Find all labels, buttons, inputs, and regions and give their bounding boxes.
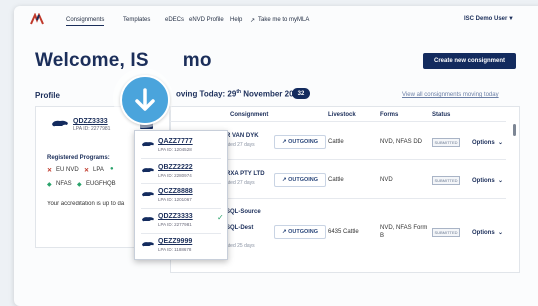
profile-heading: Profile	[35, 91, 60, 100]
pic-code: QEZZ9999	[158, 238, 193, 245]
external-link-icon: ↗	[250, 18, 256, 24]
consignment-source[interactable]: SQL-Source	[226, 209, 261, 215]
pic-code: QBZZ2222	[158, 164, 193, 171]
nav-envd-profile[interactable]: eNVD Profile	[189, 17, 224, 23]
cattle-icon	[142, 168, 154, 173]
pic-option[interactable]: QCZZ8888 LPA ID: 1201067	[135, 183, 227, 207]
program-eugfhqb: EUGFHQB	[86, 181, 116, 187]
livestock-cell: Cattle	[328, 177, 344, 183]
col-consignment: Consignment	[230, 112, 269, 118]
options-button[interactable]: Options ⌄	[472, 177, 503, 184]
options-button[interactable]: Options ⌄	[472, 229, 503, 236]
pic-option[interactable]: QEZZ9999 LPA ID: 1188678	[135, 233, 227, 257]
status-badge: SUBMITTED	[432, 176, 460, 185]
pic-option[interactable]: QAZZ7777 LPA ID: 1204528	[135, 133, 227, 157]
pic-code: QDZZ3333	[158, 213, 193, 220]
pic-lpa-id: LPA ID: 2277981	[158, 222, 192, 227]
table-scrollbar[interactable]	[513, 124, 516, 136]
moving-count-badge: 32	[292, 88, 310, 99]
consignment-created: ated 25 days	[226, 243, 255, 249]
pic-option-selected[interactable]: QDZZ3333 LPA ID: 2277981 ✓	[135, 208, 227, 232]
options-button[interactable]: Options ⌄	[472, 139, 503, 146]
cattle-icon	[142, 142, 154, 147]
cattle-icon	[142, 192, 154, 197]
program-leaf-icon: ●	[110, 166, 114, 172]
pic-lpa-id: LPA ID: 2280974	[158, 173, 192, 178]
moving-today-heading: oving Today: 29th November 2023	[176, 89, 303, 99]
col-status: Status	[432, 112, 451, 118]
pic-lpa-id: LPA ID: 1201067	[158, 197, 192, 202]
nav-take-me-to-mymla[interactable]: Take me to myMLA	[258, 17, 309, 23]
page-title: Welcome, IS mo	[35, 50, 212, 71]
mla-logo[interactable]	[30, 13, 44, 25]
nav-templates[interactable]: Templates	[123, 17, 150, 23]
consignment-name[interactable]: RXA PTY LTD	[226, 171, 265, 177]
nav-help[interactable]: Help	[230, 17, 242, 23]
nav-consignments[interactable]: Consignments	[66, 17, 105, 26]
consignment-dest[interactable]: SQL-Dest	[226, 225, 253, 231]
pic-option[interactable]: QBZZ2222 LPA ID: 2280974	[135, 159, 227, 183]
forms-cell: NVD, NFAS DD	[380, 139, 423, 145]
outgoing-badge: ↗ OUTGOING	[274, 135, 326, 149]
status-badge: SUBMITTED	[432, 228, 460, 237]
program-eu-nvd: EU NVD	[56, 167, 79, 173]
consignment-created: ated 27 days	[226, 142, 255, 148]
eu-nvd-icon: ✕	[47, 168, 53, 174]
consignment-name[interactable]: R VAN DYK	[226, 133, 259, 139]
check-icon: ✓	[217, 213, 224, 222]
status-badge: SUBMITTED	[432, 138, 460, 147]
nfas-icon: ◆	[47, 182, 52, 188]
livestock-cell: Cattle	[328, 139, 344, 145]
create-consignment-button[interactable]: Create new consignment	[423, 53, 516, 69]
pic-code: QCZZ8888	[158, 188, 193, 195]
livestock-cell: 6435 Cattle	[328, 229, 359, 235]
col-forms: Forms	[380, 112, 399, 118]
program-lpa: LPA	[93, 167, 104, 173]
program-nfas: NFAS	[56, 181, 72, 187]
forms-cell: NVD, NFAS Form	[380, 225, 428, 231]
view-all-link[interactable]: View all consignments moving today	[402, 92, 499, 98]
outgoing-badge: ↗ OUTGOING	[274, 173, 326, 187]
registered-programs-heading: Registered Programs:	[47, 155, 110, 161]
divider	[170, 121, 506, 122]
cattle-icon	[142, 217, 154, 222]
accreditation-status: Your accreditation is up to da	[47, 201, 125, 207]
pic-lpa-id: LPA ID: 1204528	[158, 147, 192, 152]
cattle-icon	[52, 120, 68, 127]
user-menu[interactable]: ISC Demo User	[464, 16, 507, 22]
pic-lpa-id: LPA ID: 1188678	[158, 247, 192, 252]
cattle-icon	[142, 242, 154, 247]
forms-cell: NVD	[380, 177, 393, 183]
lpa-icon: ✕	[84, 168, 90, 174]
arrow-down-callout-icon	[120, 75, 170, 125]
nav-edecs[interactable]: eDECs	[165, 17, 184, 23]
consignment-created: ated 27 days	[226, 180, 255, 186]
profile-lpa-id: LPA ID: 2277981	[73, 126, 111, 132]
forms-cell-cont: B	[380, 233, 385, 239]
profile-pic-code[interactable]: QDZZ3333	[73, 118, 108, 125]
col-livestock: Livestock	[328, 112, 356, 118]
pic-code: QAZZ7777	[158, 138, 193, 145]
chevron-down-icon[interactable]: ▼	[508, 16, 514, 22]
pic-dropdown-menu: QAZZ7777 LPA ID: 1204528 QBZZ2222 LPA ID…	[134, 130, 228, 260]
eugfhqb-icon: ◆	[77, 182, 82, 188]
outgoing-badge: ↗ OUTGOING	[274, 225, 326, 239]
